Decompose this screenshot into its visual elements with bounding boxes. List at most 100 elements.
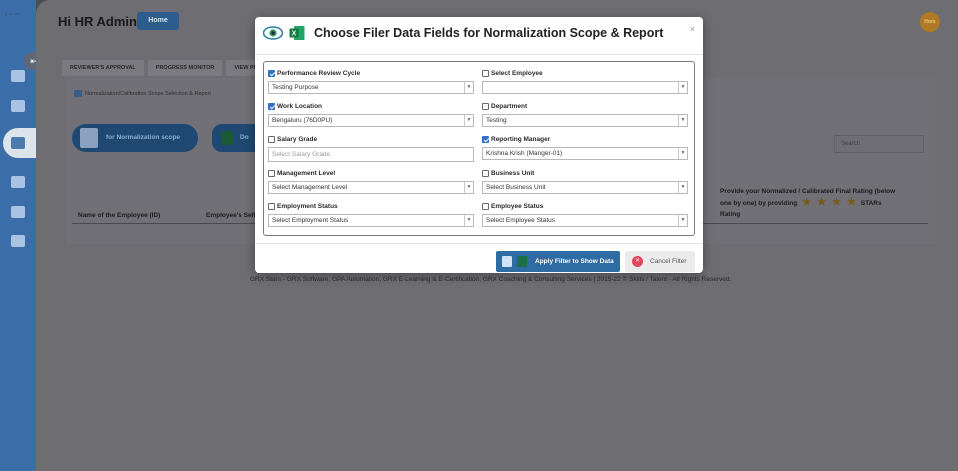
cancel-filter-button[interactable]: ✕ Cancel Filter <box>625 251 695 272</box>
select-employee-checkbox[interactable] <box>482 69 489 77</box>
chevron-down-icon: ▼ <box>464 182 473 193</box>
search-input[interactable]: Search <box>834 135 924 153</box>
dashboard-icon[interactable] <box>11 70 25 82</box>
management-level-select[interactable]: Select Management Level ▼ <box>268 181 474 194</box>
field-label-text: Select Employee <box>491 69 543 77</box>
field-label: Department <box>482 101 688 111</box>
chevron-down-icon: ▼ <box>464 82 473 93</box>
excel-icon <box>221 131 233 145</box>
department-select[interactable]: Testing ▼ <box>482 114 688 127</box>
business-unit-select[interactable]: Select Business Unit ▼ <box>482 181 688 194</box>
field-select-employee: Select Employee ▼ <box>482 68 688 94</box>
management-level-checkbox[interactable] <box>268 169 275 177</box>
document-icon <box>80 128 98 148</box>
book-icon[interactable] <box>11 176 25 188</box>
rating-note-line-3: Rating <box>720 211 741 218</box>
section-title: Normalization/Calibration Scope Selectio… <box>74 90 211 97</box>
select-value: Testing Purpose <box>272 84 319 91</box>
svg-text:X: X <box>292 31 297 38</box>
performance-review-cycle-checkbox[interactable] <box>268 69 275 77</box>
sidebar: g·lorion <box>0 0 37 471</box>
avatar[interactable]: Hors <box>920 12 940 32</box>
scope-button-label: for Normalization scope <box>106 134 181 141</box>
home-button[interactable]: Home <box>137 12 179 30</box>
field-label-text: Work Location <box>277 102 323 110</box>
settings-icon[interactable] <box>11 235 25 247</box>
employee-status-select[interactable]: Select Employee Status ▼ <box>482 214 688 227</box>
chevron-down-icon: ▼ <box>678 115 687 126</box>
field-label: Select Employee <box>482 68 688 78</box>
rating-note-line-1: Provide your Normalized / Calibrated Fin… <box>720 188 896 195</box>
apply-filter-label: Apply Filter to Show Data <box>535 258 614 265</box>
tab-reviewers-approval[interactable]: REVIEWER'S APPROVAL <box>62 60 144 76</box>
reporting-manager-select[interactable]: Krishna Krish (Manger-01) ▼ <box>482 147 688 160</box>
field-business-unit: Business Unit Select Business Unit ▼ <box>482 168 688 194</box>
department-checkbox[interactable] <box>482 102 489 110</box>
chevron-down-icon: ▼ <box>678 215 687 226</box>
field-label-text: Reporting Manager <box>491 135 551 143</box>
rating-note-stars: STARs <box>860 200 882 207</box>
business-unit-checkbox[interactable] <box>482 169 489 177</box>
filter-modal: X Choose Filer Data Fields for Normaliza… <box>255 17 703 273</box>
excel-icon <box>517 256 527 267</box>
field-label: Employment Status <box>268 201 474 211</box>
modal-footer: Apply Filter to Show Data ✕ Cancel Filte… <box>255 243 703 273</box>
report-icon[interactable] <box>11 206 25 218</box>
select-value: Select Employment Status <box>272 217 349 224</box>
excel-icon: X <box>289 26 305 40</box>
field-label: Business Unit <box>482 168 688 178</box>
column-header-self: Employee's Self <box>206 212 256 219</box>
column-header-name: Name of the Employee (ID) <box>78 212 161 219</box>
salary-grade-checkbox[interactable] <box>268 135 275 143</box>
work-location-checkbox[interactable] <box>268 102 275 110</box>
employment-status-select[interactable]: Select Employment Status ▼ <box>268 214 474 227</box>
reporting-manager-checkbox[interactable] <box>482 135 489 143</box>
field-label-text: Employment Status <box>277 202 338 210</box>
star-icon: ★ <box>817 197 827 208</box>
book-icon[interactable] <box>11 100 25 112</box>
field-employment-status: Employment Status Select Employment Stat… <box>268 201 474 227</box>
chevron-down-icon: ▼ <box>678 148 687 159</box>
field-label-text: Performance Review Cycle <box>277 69 361 77</box>
field-label-text: Salary Grade <box>277 135 318 143</box>
select-value: Select Business Unit <box>486 184 546 191</box>
tab-progress-monitor[interactable]: PROGRESS MONITOR <box>147 60 223 76</box>
star-icon: ★ <box>847 197 856 208</box>
field-label: Salary Grade <box>268 134 474 144</box>
field-management-level: Management Level Select Management Level… <box>268 168 474 194</box>
work-location-select[interactable]: Bengaluru (76D0PU) ▼ <box>268 114 474 127</box>
salary-grade-input[interactable]: Select Salary Grade <box>268 147 474 162</box>
modal-title: Choose Filer Data Fields for Normalizati… <box>314 26 664 40</box>
select-value: Select Management Level <box>272 184 348 191</box>
modal-header: X Choose Filer Data Fields for Normaliza… <box>255 17 703 55</box>
download-button[interactable]: Do <box>212 124 258 152</box>
field-label-text: Business Unit <box>491 169 535 177</box>
cancel-filter-label: Cancel Filter <box>650 258 687 265</box>
chevron-down-icon: ▼ <box>678 182 687 193</box>
employee-status-checkbox[interactable] <box>482 202 489 210</box>
field-label: Reporting Manager <box>482 134 688 144</box>
select-employee-select[interactable]: ▼ <box>482 81 688 94</box>
field-label: Work Location <box>268 101 474 111</box>
footer-copyright: GRX Stars - GRX Software, GPA Automation… <box>250 276 732 283</box>
field-label-text: Department <box>491 102 528 110</box>
section-title-text: Normalization/Calibration Scope Selectio… <box>85 90 211 97</box>
chevron-down-icon: ▼ <box>464 115 473 126</box>
select-value: Testing <box>486 117 507 124</box>
field-performance-review-cycle: Performance Review Cycle Testing Purpose… <box>268 68 474 94</box>
field-label-text: Management Level <box>277 169 336 177</box>
rating-instruction: Provide your Normalized / Calibrated Fin… <box>720 186 930 220</box>
field-employee-status: Employee Status Select Employee Status ▼ <box>482 201 688 227</box>
close-icon[interactable]: × <box>690 24 695 34</box>
sidebar-item-team-active[interactable] <box>3 128 37 158</box>
employment-status-checkbox[interactable] <box>268 202 275 210</box>
apply-filter-button[interactable]: Apply Filter to Show Data <box>496 251 620 272</box>
normalization-scope-button[interactable]: for Normalization scope <box>72 124 198 152</box>
download-button-label: Do <box>240 134 249 141</box>
field-reporting-manager: Reporting Manager Krishna Krish (Manger-… <box>482 134 688 160</box>
tab-bar: REVIEWER'S APPROVAL PROGRESS MONITOR VIE… <box>62 60 270 76</box>
team-icon <box>11 137 25 149</box>
performance-review-cycle-select[interactable]: Testing Purpose ▼ <box>268 81 474 94</box>
star-icon: ★ <box>832 197 841 208</box>
app-logo: g·lorion <box>5 11 20 16</box>
